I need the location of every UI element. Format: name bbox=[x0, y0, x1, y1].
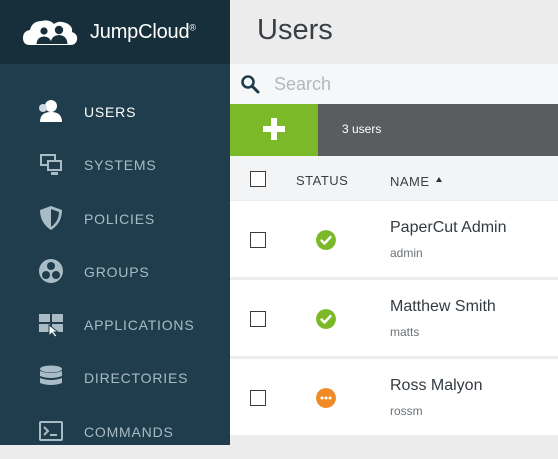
jumpcloud-logo-icon bbox=[23, 20, 78, 45]
user-count: 3 users bbox=[342, 122, 382, 136]
add-user-button[interactable] bbox=[230, 104, 318, 156]
sidebar: JumpCloud® USERS SYSTEMS POLICIES GROUPS… bbox=[0, 0, 230, 445]
column-header-status: STATUS bbox=[296, 173, 349, 188]
check-icon bbox=[316, 309, 336, 329]
sidebar-item-commands[interactable]: COMMANDS bbox=[0, 406, 230, 459]
sidebar-item-label: GROUPS bbox=[84, 263, 150, 280]
sidebar-item-policies[interactable]: POLICIES bbox=[0, 193, 230, 246]
sidebar-item-label: POLICIES bbox=[84, 210, 155, 227]
shield-icon bbox=[40, 205, 62, 230]
database-icon bbox=[40, 365, 62, 386]
sidebar-item-systems[interactable]: SYSTEMS bbox=[0, 139, 230, 192]
sidebar-item-directories[interactable]: DIRECTORIES bbox=[0, 352, 230, 405]
select-all-checkbox[interactable] bbox=[250, 171, 266, 187]
row-checkbox[interactable] bbox=[250, 311, 266, 327]
sidebar-item-label: SYSTEMS bbox=[84, 157, 157, 174]
brand-name: JumpCloud® bbox=[90, 21, 196, 43]
users-icon bbox=[39, 100, 62, 122]
row-checkbox[interactable] bbox=[250, 232, 266, 248]
logo-bar: JumpCloud® bbox=[0, 0, 230, 64]
sidebar-nav: USERS SYSTEMS POLICIES GROUPS APPLICATIO… bbox=[0, 86, 230, 459]
table-header: STATUS NAME bbox=[230, 156, 558, 200]
search-bar bbox=[230, 64, 558, 104]
plus-icon bbox=[263, 118, 285, 140]
sidebar-item-groups[interactable]: GROUPS bbox=[0, 246, 230, 299]
table-row[interactable]: Ross Malyon rossm bbox=[230, 359, 558, 435]
row-checkbox[interactable] bbox=[250, 390, 266, 406]
page-title: Users bbox=[257, 14, 333, 46]
sidebar-item-label: COMMANDS bbox=[84, 423, 174, 440]
column-header-name-label: NAME bbox=[390, 174, 430, 189]
user-username: admin bbox=[390, 246, 423, 260]
sidebar-item-applications[interactable]: APPLICATIONS bbox=[0, 299, 230, 352]
sidebar-item-label: DIRECTORIES bbox=[84, 370, 189, 387]
sort-ascending-icon bbox=[435, 177, 442, 182]
user-username: matts bbox=[390, 325, 420, 339]
terminal-icon bbox=[39, 420, 63, 441]
check-icon bbox=[316, 230, 336, 250]
user-full-name: Ross Malyon bbox=[390, 377, 483, 394]
table-row[interactable]: PaperCut Admin admin bbox=[230, 201, 558, 277]
search-icon[interactable] bbox=[240, 74, 260, 94]
main-panel: Users 3 users STATUS NAME PaperCut Admin… bbox=[230, 0, 558, 445]
user-full-name: Matthew Smith bbox=[390, 298, 496, 315]
registered-mark: ® bbox=[189, 22, 196, 33]
user-full-name: PaperCut Admin bbox=[390, 219, 507, 236]
user-username: rossm bbox=[390, 404, 423, 418]
sidebar-item-users[interactable]: USERS bbox=[0, 86, 230, 139]
search-input[interactable] bbox=[274, 70, 544, 98]
groups-icon bbox=[39, 258, 63, 283]
systems-icon bbox=[40, 154, 62, 176]
sidebar-item-label: USERS bbox=[84, 104, 137, 120]
column-header-name[interactable]: NAME bbox=[390, 174, 442, 189]
ellipsis-icon bbox=[316, 388, 336, 408]
applications-icon bbox=[39, 314, 63, 338]
table-row[interactable]: Matthew Smith matts bbox=[230, 280, 558, 356]
sidebar-item-label: APPLICATIONS bbox=[84, 317, 195, 334]
action-bar: 3 users bbox=[230, 104, 558, 156]
